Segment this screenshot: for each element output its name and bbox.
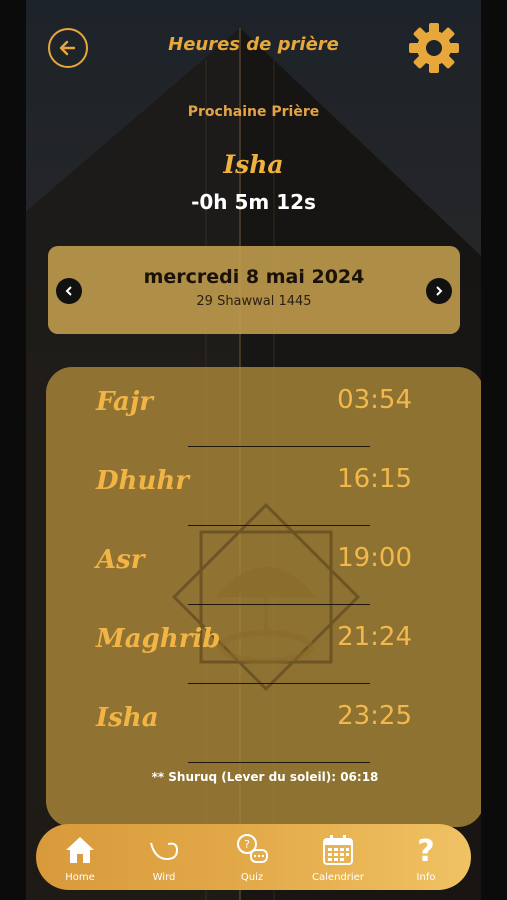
prayer-name: Asr [96, 545, 145, 575]
gear-icon [409, 23, 459, 73]
prayer-times-card: Fajr 03:54 Dhuhr 16:15 Asr 19:00 Maghrib… [46, 367, 481, 827]
info-icon: ? [417, 834, 434, 867]
prayer-name: Isha [96, 703, 159, 733]
prayer-time: 23:25 [337, 701, 412, 731]
row-divider [188, 762, 370, 763]
nav-label: Home [65, 872, 95, 883]
row-divider [188, 604, 370, 605]
prayer-time: 21:24 [337, 622, 412, 652]
prayer-time: 19:00 [337, 543, 412, 573]
prayer-row-dhuhr: Dhuhr 16:15 [46, 452, 481, 522]
device-frame-right [481, 0, 507, 900]
next-prayer-countdown: -0h 5m 12s [191, 190, 316, 214]
prayer-row-isha: Isha 23:25 [46, 689, 481, 759]
top-bar: Heures de prière [26, 0, 481, 90]
prayer-name: Dhuhr [96, 466, 189, 496]
bottom-navigation: Home Wird ? Quiz Calendrier ? Info [36, 824, 471, 890]
row-divider [188, 525, 370, 526]
nav-item-home[interactable]: Home [40, 832, 120, 883]
svg-text:?: ? [417, 834, 434, 867]
quiz-icon: ? [237, 834, 268, 863]
nav-item-quiz[interactable]: ? Quiz [212, 832, 292, 883]
nav-label: Quiz [240, 872, 264, 883]
row-divider [188, 446, 370, 447]
svg-text:?: ? [244, 838, 250, 851]
chevron-right-icon [436, 286, 443, 296]
gregorian-date: mercredi 8 mai 2024 [143, 266, 365, 288]
app-screen: Heures de prière Prochaine Prière Isha - [26, 0, 481, 900]
date-card: mercredi 8 mai 2024 29 Shawwal 1445 [48, 246, 460, 334]
shuruq-note: ** Shuruq (Lever du soleil): 06:18 [151, 770, 379, 784]
nav-label: Calendrier [312, 872, 364, 883]
next-day-button[interactable] [426, 278, 452, 304]
prayer-row-asr: Asr 19:00 [46, 531, 481, 601]
row-divider [188, 683, 370, 684]
prayer-name: Maghrib [96, 624, 221, 654]
home-icon [66, 837, 94, 863]
prayer-row-maghrib: Maghrib 21:24 [46, 610, 481, 680]
prayer-time: 16:15 [337, 464, 412, 494]
nav-item-info[interactable]: ? Info [386, 832, 466, 883]
nav-label: Wird [152, 872, 176, 883]
nav-item-calendrier[interactable]: Calendrier [298, 832, 378, 883]
prayer-row-fajr: Fajr 03:54 [46, 373, 481, 443]
next-prayer-name: Isha [223, 150, 284, 179]
nav-label: Info [416, 872, 436, 883]
wird-icon [150, 842, 179, 861]
prayer-time: 03:54 [337, 385, 412, 415]
hijri-date: 29 Shawwal 1445 [196, 294, 312, 309]
prayer-name: Fajr [96, 387, 153, 417]
settings-button[interactable] [406, 20, 462, 76]
calendar-icon [323, 835, 353, 865]
next-prayer-label: Prochaine Prière [187, 104, 320, 120]
device-frame-left [0, 0, 26, 900]
nav-item-wird[interactable]: Wird [124, 832, 204, 883]
